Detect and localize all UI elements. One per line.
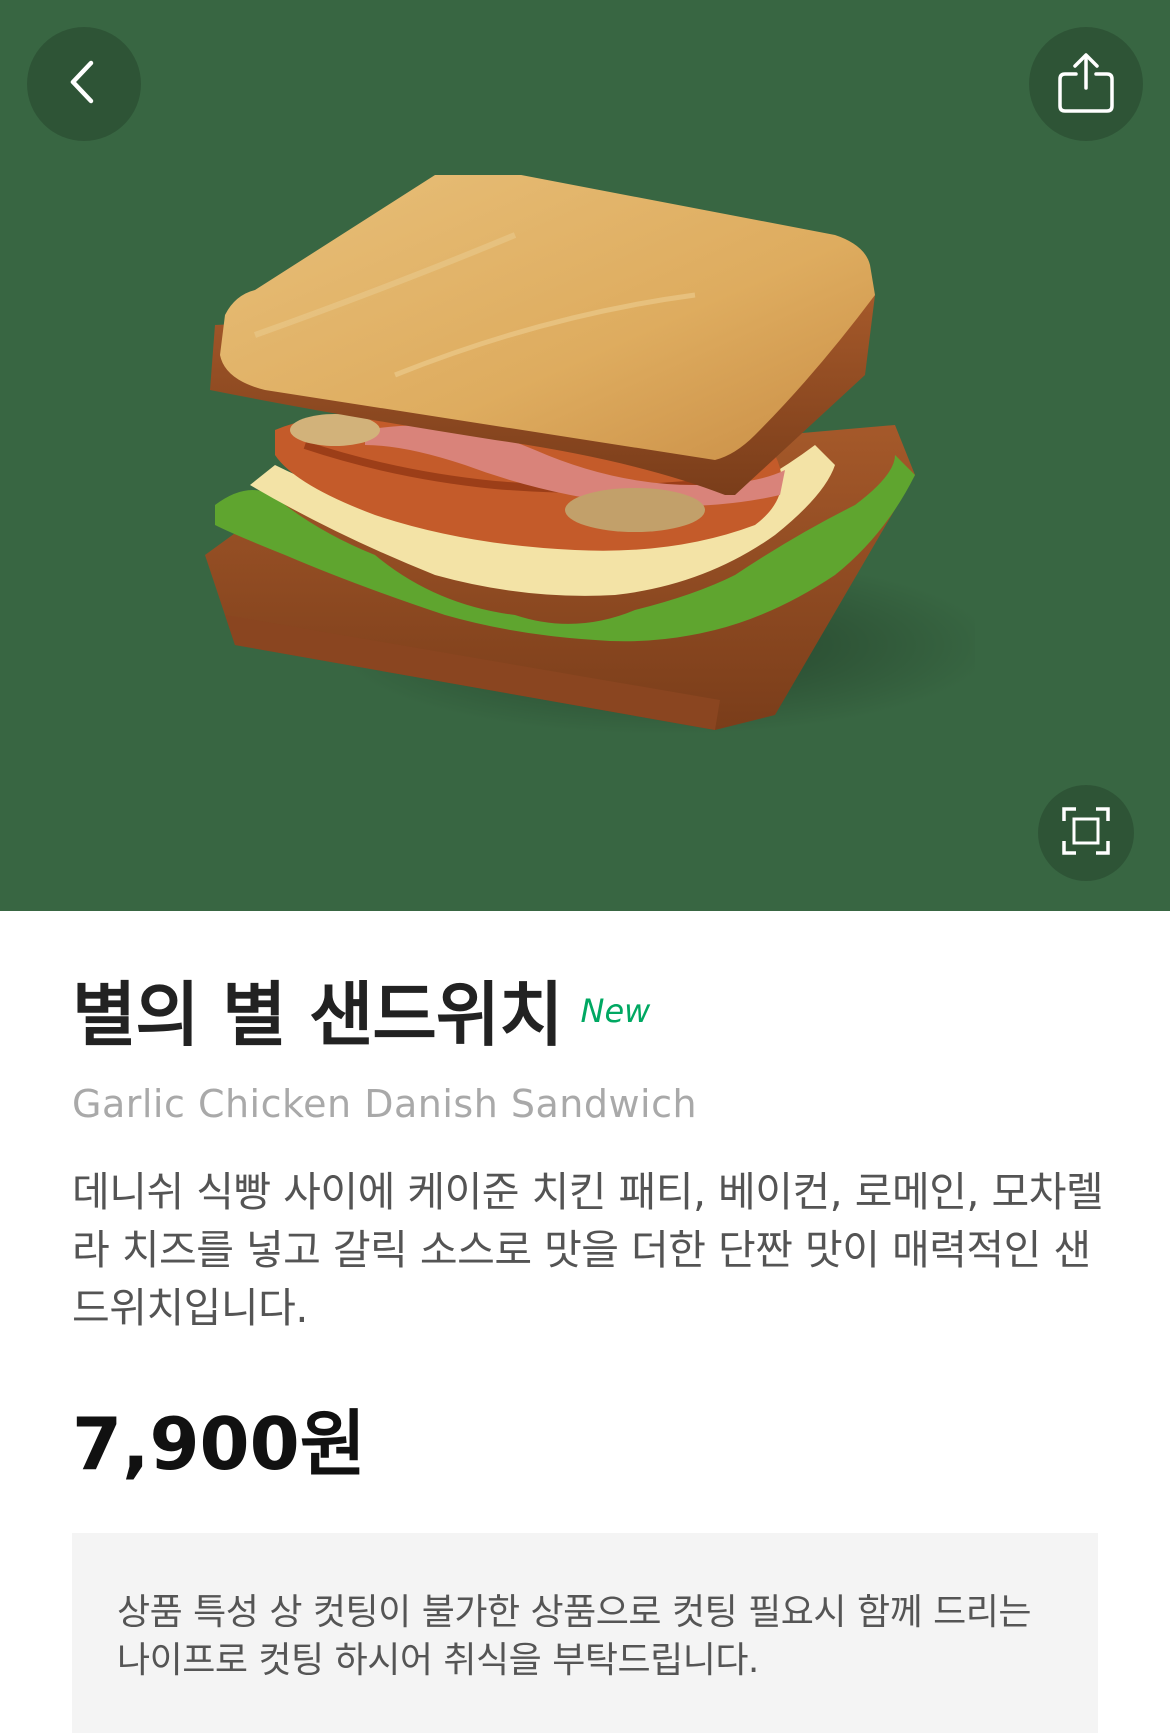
notice-text: 상품 특성 상 컷팅이 불가한 상품으로 컷팅 필요시 함께 드리는 나이프로 … [117, 1592, 1032, 1681]
zoom-button[interactable] [1038, 785, 1134, 881]
product-english-name: Garlic Chicken Danish Sandwich [72, 1082, 698, 1126]
share-icon [1054, 50, 1118, 118]
sandwich-image [205, 175, 975, 735]
product-description: 데니쉬 식빵 사이에 케이준 치킨 패티, 베이컨, 로메인, 모차렐라 치즈를… [72, 1168, 1104, 1332]
product-hero-image [0, 0, 1170, 911]
title-row: 별의 별 샌드위치 New [72, 973, 650, 1057]
product-details: 별의 별 샌드위치 New Garlic Chicken Danish Sand… [0, 911, 1170, 1733]
share-button[interactable] [1029, 27, 1143, 141]
product-title: 별의 별 샌드위치 [72, 974, 564, 1056]
fullscreen-frame-icon [1060, 805, 1112, 861]
notice-box: 상품 특성 상 컷팅이 불가한 상품으로 컷팅 필요시 함께 드리는 나이프로 … [72, 1533, 1098, 1733]
back-button[interactable] [27, 27, 141, 141]
new-badge: New [580, 992, 651, 1030]
product-price: 7,900원 [72, 1402, 366, 1486]
chevron-left-icon [61, 59, 107, 109]
